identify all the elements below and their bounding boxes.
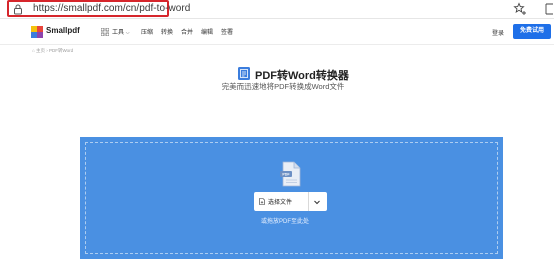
nav-item-sign[interactable]: 签署 <box>221 27 233 36</box>
breadcrumb-separator: › <box>46 48 48 53</box>
breadcrumb-current: PDF转Word <box>49 48 74 53</box>
page-subtitle: 完美而迅速地将PDF转换成Word文件 <box>221 82 345 91</box>
chevron-down-icon: ⌵ <box>125 30 130 36</box>
file-plus-icon <box>259 198 265 205</box>
star-add-icon[interactable] <box>513 2 527 16</box>
chevron-down-icon[interactable] <box>313 198 321 206</box>
nav-tools-menu[interactable]: 工具 ⌵ <box>112 27 129 36</box>
url-field[interactable]: https://smallpdf.com/cn/pdf-to-word <box>7 0 190 17</box>
apps-grid-icon[interactable] <box>101 28 109 36</box>
drop-hint-text: 或拖放PDF至此处 <box>260 219 309 225</box>
word-doc-icon <box>238 67 250 80</box>
breadcrumb: ⌂ 主页 › PDF转Word <box>32 48 73 54</box>
breadcrumb-home[interactable]: 主页 <box>36 48 45 53</box>
home-icon: ⌂ <box>32 48 35 53</box>
login-link[interactable]: 登录 <box>492 28 504 37</box>
url-text: https://smallpdf.com/cn/pdf-to-word <box>33 3 191 14</box>
nav-item-merge[interactable]: 合并 <box>181 27 193 36</box>
choose-file-label: 选择文件 <box>268 200 293 206</box>
sidebar-icon[interactable] <box>544 3 554 15</box>
pdf-file-icon: PDF <box>280 161 301 187</box>
nav-item-convert[interactable]: 转换 <box>161 27 173 36</box>
choose-file-button[interactable]: 选择文件 <box>254 192 327 211</box>
logo-text[interactable]: Smallpdf <box>46 26 80 35</box>
site-header: Smallpdf 工具 ⌵ 压缩 转换 合并 编辑 签署 登录 免费试用 <box>0 19 554 45</box>
nav-item-compress[interactable]: 压缩 <box>141 27 153 36</box>
nav-item-edit[interactable]: 编辑 <box>201 27 213 36</box>
free-trial-button[interactable]: 免费试用 <box>513 24 551 39</box>
button-divider <box>308 192 309 211</box>
svg-text:PDF: PDF <box>282 173 290 177</box>
browser-address-bar: https://smallpdf.com/cn/pdf-to-word <box>0 0 554 18</box>
smallpdf-logo-icon[interactable] <box>31 26 43 38</box>
lock-icon <box>14 4 22 15</box>
nav-tools-label: 工具 <box>112 30 125 36</box>
